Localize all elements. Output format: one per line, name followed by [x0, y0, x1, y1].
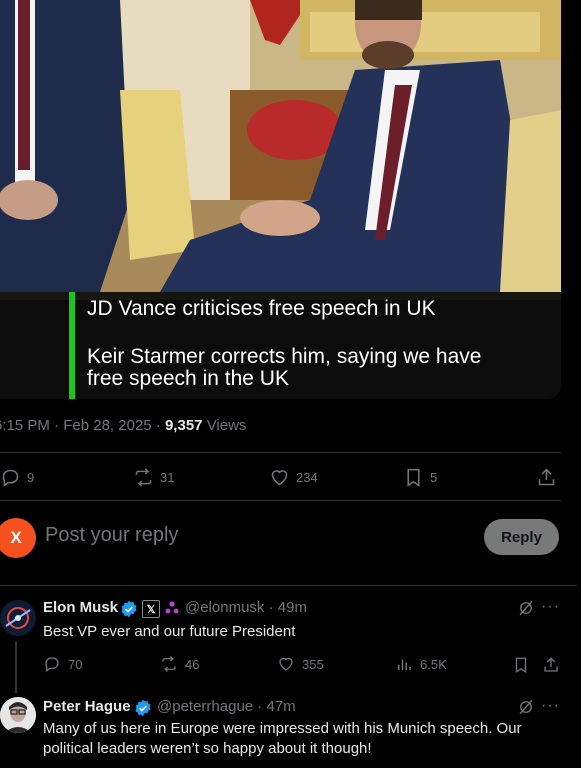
- caption-accent-bar: [69, 292, 75, 399]
- grok-icon[interactable]: [517, 599, 535, 617]
- grok-icon[interactable]: [517, 698, 535, 716]
- reply-icon: [2, 469, 19, 487]
- tweet-meta: @elonmusk · 49m: [185, 599, 307, 616]
- heart-icon: [271, 469, 288, 485]
- like-action-button[interactable]: 355: [277, 655, 324, 673]
- reply-count: 9: [27, 469, 35, 485]
- repost-action-button[interactable]: 46: [160, 655, 199, 673]
- bookmark-icon[interactable]: [512, 656, 530, 674]
- share-icon[interactable]: [542, 656, 560, 674]
- author-name[interactable]: Elon Musk: [43, 599, 118, 616]
- verified-badge-icon: [135, 699, 151, 717]
- post-time[interactable]: 6:15 PM: [0, 417, 50, 434]
- tweet-meta: @peterrhague · 47m: [157, 698, 296, 715]
- reply-count: 70: [68, 656, 83, 672]
- thread-line: [15, 641, 17, 693]
- avatar[interactable]: [0, 697, 36, 733]
- bookmark-icon: [407, 468, 420, 487]
- views-label: Views: [206, 417, 247, 434]
- views-action-button[interactable]: 6.5K: [395, 655, 447, 673]
- post-meta: 6:15 PM · Feb 28, 2025 · 9,357 Views: [0, 417, 246, 434]
- more-options-icon[interactable]: ···: [541, 598, 560, 616]
- reply-action-button[interactable]: 70: [43, 655, 82, 673]
- x-affiliation-icon: 𝕏: [142, 600, 160, 618]
- avatar[interactable]: [0, 600, 36, 636]
- like-count: 234: [296, 469, 318, 485]
- bookmark-action-button[interactable]: 5: [403, 464, 437, 490]
- more-options-icon[interactable]: ···: [541, 697, 560, 715]
- tweet-time[interactable]: 47m: [266, 698, 295, 715]
- reply-input[interactable]: Post your reply: [45, 524, 178, 547]
- repost-icon: [162, 656, 176, 672]
- author-handle[interactable]: @elonmusk: [185, 599, 264, 616]
- caption-line-1: JD Vance criticises free speech in UK: [87, 297, 436, 320]
- repost-action-button[interactable]: 31: [133, 464, 174, 490]
- divider: [0, 585, 577, 586]
- divider: [0, 452, 561, 453]
- share-icon: [538, 468, 555, 485]
- avatar-image: [0, 600, 36, 636]
- reply-action-button[interactable]: 9: [0, 464, 34, 490]
- views-count: 6.5K: [420, 656, 447, 672]
- verified-badge-icon: [121, 600, 137, 618]
- reply-icon: [45, 657, 59, 673]
- analytics-icon: [398, 659, 411, 670]
- repost-icon: [135, 467, 152, 487]
- tweet-text: Best VP ever and our future President: [43, 623, 296, 640]
- like-count: 355: [302, 656, 324, 672]
- user-avatar[interactable]: X: [0, 518, 36, 558]
- views-count: 9,357: [164, 417, 203, 434]
- affiliation-icon: [165, 601, 179, 614]
- heart-icon: [279, 657, 293, 671]
- video-player[interactable]: JD Vance criticises free speech in UK Ke…: [0, 0, 561, 399]
- post-date[interactable]: Feb 28, 2025: [63, 417, 151, 434]
- caption-line-2: Keir Starmer corrects him, saying we hav…: [87, 345, 482, 390]
- avatar-image: [0, 697, 36, 733]
- repost-count: 31: [160, 469, 175, 485]
- repost-count: 46: [185, 656, 200, 672]
- author-name[interactable]: Peter Hague: [43, 698, 131, 715]
- tweet-time[interactable]: 49m: [278, 599, 307, 616]
- author-handle[interactable]: @peterrhague: [157, 698, 253, 715]
- divider: [0, 500, 561, 501]
- bookmark-count: 5: [430, 469, 438, 485]
- reply-button[interactable]: Reply: [484, 519, 559, 555]
- share-button[interactable]: [536, 464, 557, 490]
- like-action-button[interactable]: 234: [269, 464, 318, 490]
- tweet-text: Many of us here in Europe were impressed…: [43, 720, 522, 757]
